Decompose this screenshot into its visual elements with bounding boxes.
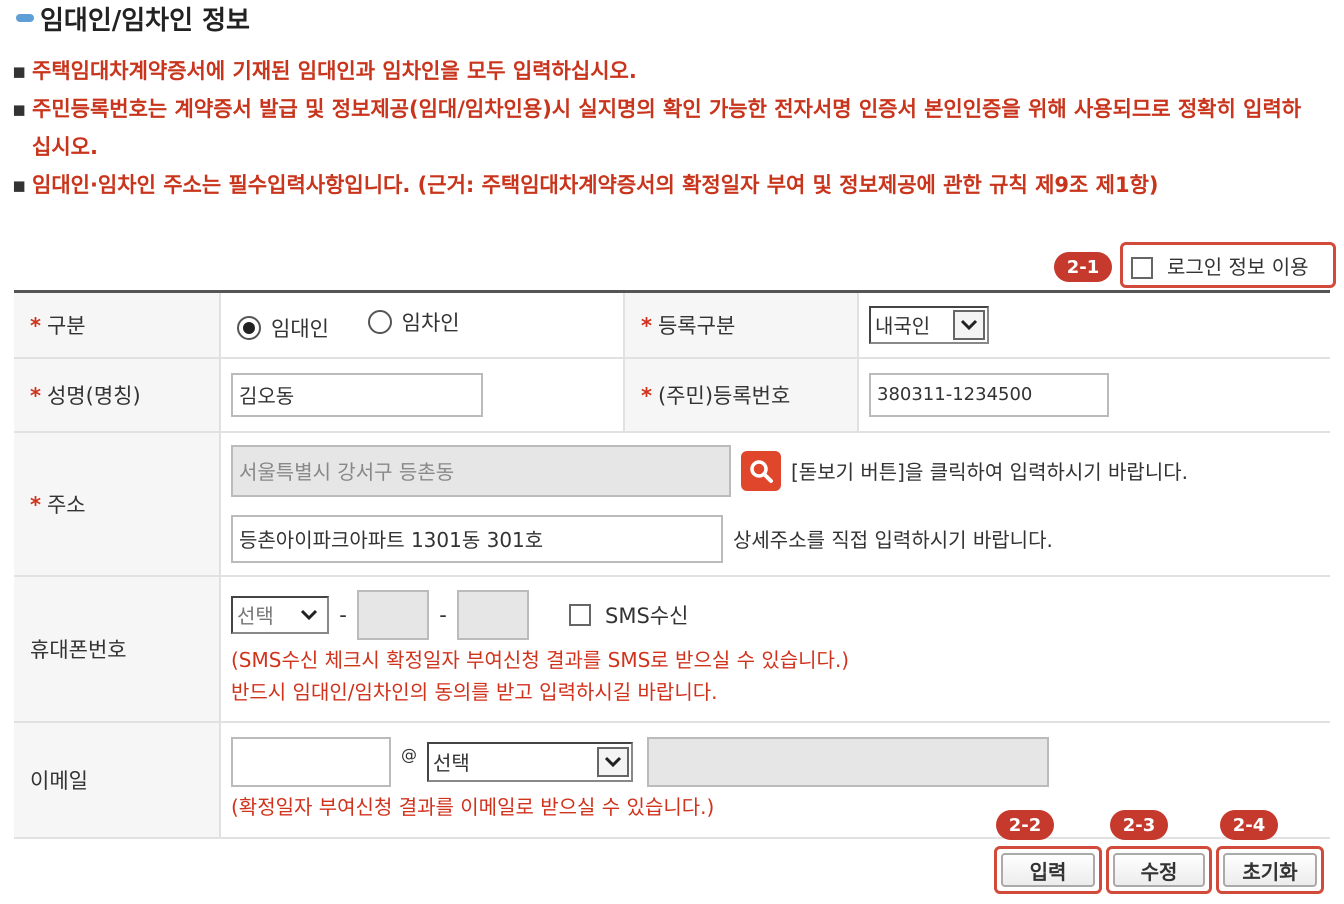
address-detail-input[interactable]: 등촌아이파크아파트 1301동 301호 [231, 514, 723, 563]
phone-middle-input[interactable] [357, 589, 429, 640]
reg-type-label: * 등록구분 [623, 291, 859, 359]
type-radio-group: 임대인 임차인 [219, 291, 625, 359]
type-label: * 구분 [14, 291, 221, 359]
email-label: 이메일 [14, 720, 221, 839]
name-input[interactable]: 김오동 [231, 372, 483, 417]
notice-item: ▪ 임대인·임차인 주소는 필수입력사항입니다. (근거: 주택임대차계약증서의… [12, 166, 1302, 204]
required-mark: * [641, 313, 652, 338]
reset-button[interactable]: 초기화 [1216, 846, 1324, 894]
phone-label: 휴대폰번호 [14, 574, 221, 723]
radio-landlord[interactable]: 임대인 [237, 313, 329, 343]
chevron-down-icon[interactable] [953, 309, 985, 340]
notice-list: ▪ 주택임대차계약증서에 기재된 임대인과 임차인을 모두 입력하십시오. ▪ … [12, 52, 1302, 204]
search-icon [750, 459, 773, 483]
phone-last-input[interactable] [457, 589, 529, 640]
notice-item: ▪ 주민등록번호는 계약증서 발급 및 정보제공(임대/임차인용)시 실지명의 … [12, 90, 1302, 166]
party-info-form: * 구분 임대인 임차인 * 등록구분 내국인 * 성명(명칭) 김오동 * (… [14, 290, 1330, 839]
step-badge-2-1: 2-1 [1054, 252, 1112, 282]
email-domain-select[interactable]: 선택 [427, 741, 633, 782]
name-label: * 성명(명칭) [14, 356, 221, 433]
required-mark: * [30, 492, 41, 517]
regno-input[interactable]: 380311-1234500 [869, 372, 1109, 417]
section-title-text: 임대인/임차인 정보 [40, 5, 250, 36]
step-badge-2-2: 2-2 [996, 810, 1054, 840]
required-mark: * [641, 383, 652, 408]
submit-button[interactable]: 입력 [994, 846, 1102, 894]
consent-note: 반드시 임대인/임차인의 동의를 받고 입력하시길 바랍니다. [231, 679, 718, 704]
regno-label: * (주민)등록번호 [623, 356, 859, 433]
section-title: 임대인/임차인 정보 [16, 0, 250, 36]
bullet-icon: ▪ [12, 173, 27, 197]
address-hint: [돋보기 버튼]을 클릭하여 입력하시기 바랍니다. [791, 460, 1188, 484]
edit-button[interactable]: 수정 [1106, 846, 1212, 894]
title-bullet-icon [16, 14, 34, 22]
email-domain-input[interactable] [647, 736, 1049, 787]
sms-label: SMS수신 [605, 603, 689, 628]
chevron-down-icon[interactable] [597, 746, 629, 777]
radio-tenant-button[interactable] [367, 309, 392, 334]
email-local-input[interactable] [231, 736, 391, 787]
address-input: 서울특별시 강서구 등촌동 [231, 444, 731, 497]
step-badge-2-3: 2-3 [1110, 810, 1168, 840]
phone-prefix-select[interactable]: 선택 [231, 595, 329, 634]
address-search-button[interactable] [741, 450, 781, 491]
address-detail-hint: 상세주소를 직접 입력하시기 바랍니다. [733, 528, 1053, 552]
required-mark: * [30, 383, 41, 408]
sms-note: (SMS수신 체크시 확정일자 부여신청 결과를 SMS로 받으실 수 있습니다… [231, 647, 850, 672]
sms-checkbox[interactable] [569, 603, 591, 626]
login-info-label: 로그인 정보 이용 [1167, 254, 1309, 279]
address-label: * 주소 [14, 430, 221, 577]
radio-landlord-button[interactable] [237, 315, 261, 340]
reg-type-select[interactable]: 내국인 [869, 305, 989, 344]
login-info-toggle[interactable]: 로그인 정보 이용 [1120, 242, 1336, 288]
bullet-icon: ▪ [12, 97, 27, 121]
step-badge-2-4: 2-4 [1220, 810, 1278, 840]
required-mark: * [30, 313, 41, 338]
radio-tenant[interactable]: 임차인 [367, 307, 460, 337]
notice-item: ▪ 주택임대차계약증서에 기재된 임대인과 임차인을 모두 입력하십시오. [12, 52, 1302, 90]
login-info-checkbox[interactable] [1131, 257, 1153, 279]
chevron-down-icon[interactable] [293, 599, 325, 630]
bullet-icon: ▪ [12, 59, 27, 83]
